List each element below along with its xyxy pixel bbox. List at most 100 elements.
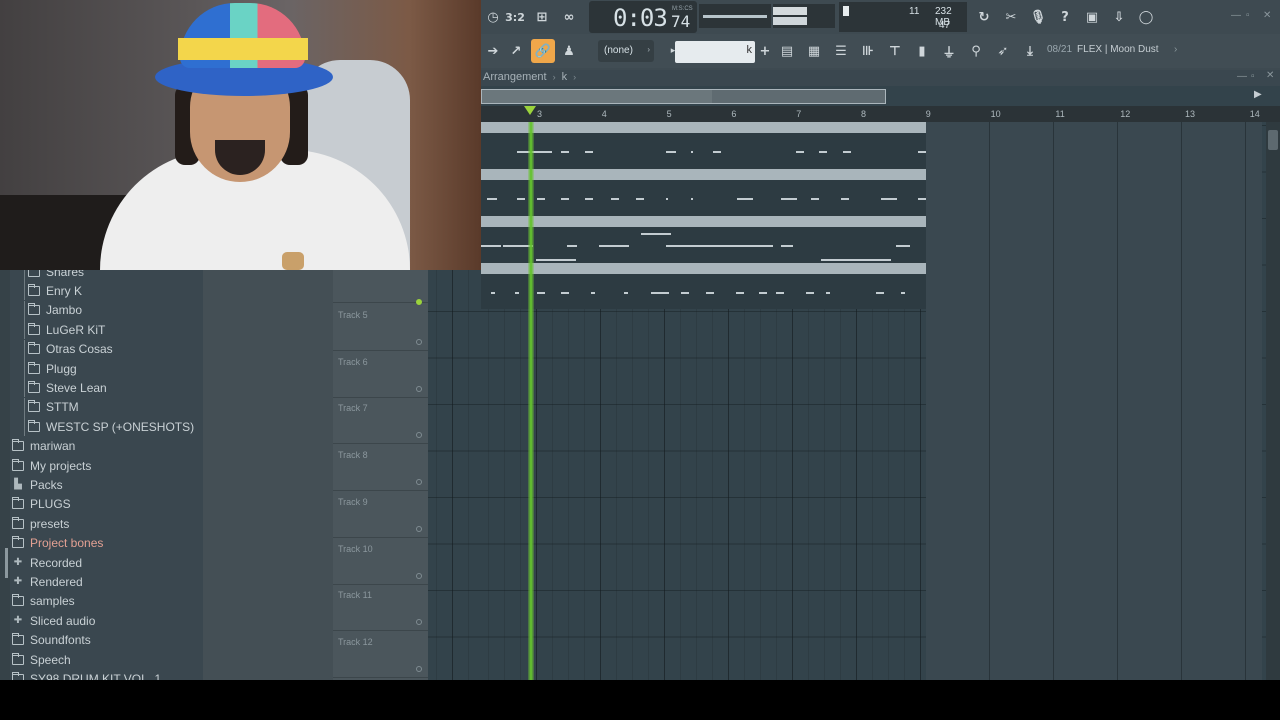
track-led-icon[interactable] [416,525,422,532]
help-icon[interactable]: ? [1053,5,1077,29]
browser-item[interactable]: Speech [12,650,71,669]
track-led-icon[interactable] [416,619,422,626]
close-icon[interactable]: ✕ [1266,70,1274,81]
loop-record-icon[interactable]: ∞ [557,5,581,29]
track-led-icon[interactable] [416,665,422,672]
browser-item[interactable]: Enry K [23,281,82,301]
pattern-clip-header[interactable] [481,216,926,227]
playlist-horizontal-scrollbar[interactable] [481,89,886,104]
plugin-news-ticker[interactable]: 08/21 FLEX | Moon Dust [1047,44,1159,55]
pattern-clip-header[interactable] [481,122,926,133]
browser-item[interactable]: ✚ Recorded [12,553,82,572]
track-header[interactable]: Track 6 [333,351,428,398]
pattern-clip[interactable] [481,227,926,262]
mixer-icon[interactable]: ⊪ [856,39,880,63]
browser-item[interactable]: ▙ Packs [12,475,63,494]
plugin-icon[interactable]: ⏚ [937,39,961,63]
pattern-name-field[interactable]: k [675,41,755,63]
track-header-4[interactable] [333,270,428,305]
playlist-clips[interactable] [481,122,926,309]
timeline-ruler[interactable]: 3 4 5 6 7 8 9 10 11 12 13 14 [481,106,1280,122]
track-led-icon[interactable] [416,572,422,579]
microphone-icon[interactable]: 🎙 [1026,5,1050,29]
chat-icon[interactable]: ◯ [1134,5,1158,29]
browser-item[interactable]: Jambo [23,300,82,320]
browser-item-label: Speech [30,652,71,667]
app-restore-icon[interactable]: ▫ [1246,10,1250,21]
play-position-marker-icon[interactable] [524,106,536,115]
app-close-icon[interactable]: ✕ [1263,10,1271,21]
export-icon[interactable]: ⇩ [1107,5,1131,29]
save-icon[interactable]: ▣ [1080,5,1104,29]
track-header[interactable]: Track 10 [333,538,428,585]
browser-icon[interactable]: ⊤ [883,39,907,63]
browser-item[interactable]: ✚ Sliced audio [12,611,96,630]
pattern-clip[interactable] [481,133,926,168]
snap-icon[interactable]: ↗ [504,39,528,63]
clip-note [737,198,753,200]
download-icon[interactable]: ⤓ [1018,39,1042,63]
browser-item[interactable]: My projects [12,456,91,475]
browser-item[interactable]: ✚ Rendered [12,572,83,591]
track-led-icon[interactable] [416,432,422,439]
track-header[interactable]: Track 7 [333,397,428,445]
browser-item[interactable]: Plugg [24,359,77,378]
pattern-select[interactable]: (none) › [598,40,654,62]
link-icon[interactable]: 🔗 [531,39,555,63]
browser-item[interactable]: PLUGS [12,495,71,514]
cut-tools-icon[interactable]: ✂ [999,5,1023,29]
pattern-clip[interactable] [481,274,926,309]
playlist-vertical-scrollbar[interactable] [1266,122,1280,680]
send-icon[interactable]: ➶ [991,39,1015,63]
metronome-icon[interactable]: ◷ [481,5,505,29]
browser-scroll-thumb[interactable] [5,548,8,578]
browser-scrollbar[interactable] [0,270,10,680]
track-header[interactable]: Track 5 [333,304,428,351]
pattern-clip-header[interactable] [481,169,926,180]
track-header[interactable]: Track 11 [333,584,428,632]
step-edit-icon[interactable]: 3:2 [503,5,527,29]
ruler-bar-number: 3 [537,109,543,119]
browser-item[interactable]: WESTC SP (+ONESHOTS) [23,417,194,437]
chevron-right-icon[interactable]: › [1174,44,1177,55]
scroll-right-icon[interactable]: ▶ [1254,89,1266,104]
typing-keyboard-icon[interactable]: ⊞ [530,5,554,29]
playlist-grid-beyond-end[interactable] [926,122,1262,680]
arrow-right-icon[interactable]: ➔ [481,39,505,63]
pattern-clip-header[interactable] [481,263,926,274]
track-led-icon[interactable] [416,339,422,345]
undo-history-icon[interactable]: ↻ [972,5,996,29]
stamp-icon[interactable]: ♟ [557,39,581,63]
track-led-icon[interactable] [416,385,422,392]
playlist-icon[interactable]: ▤ [775,39,799,63]
browser-item[interactable]: Project bones [12,534,103,553]
browser-item[interactable]: samples [12,592,75,611]
add-pattern-icon[interactable]: + [753,39,777,63]
maximize-icon[interactable]: ▫ [1251,71,1255,82]
time-display[interactable]: 0:03 M:S:CS 74 [589,1,697,33]
tempo-tapper-icon[interactable]: ⚲ [964,39,988,63]
app-minimize-icon[interactable]: — [1231,10,1241,21]
browser-item[interactable]: SY98 DRUM KIT VOL. 1 [12,669,161,680]
project-info-icon[interactable]: ▮ [910,39,934,63]
piano-roll-icon[interactable]: ▦ [802,39,826,63]
track-header[interactable]: Track 12 [333,631,428,678]
playlist-vscroll-thumb[interactable] [1268,130,1278,150]
playhead[interactable] [528,122,534,680]
browser-item[interactable]: mariwan [12,437,75,456]
folder-shape [12,516,24,529]
browser-item[interactable]: Steve Lean [24,378,107,398]
track-header[interactable]: Track 9 [333,491,428,538]
browser-item[interactable]: Soundfonts [12,631,91,650]
pattern-select-value: (none) [604,45,633,56]
browser-item[interactable]: Otras Cosas [24,339,113,359]
track-header[interactable]: Track 8 [333,444,428,492]
pattern-clip[interactable] [481,180,926,228]
browser-item[interactable]: STTM [24,397,79,417]
channel-rack-icon[interactable]: ☰ [829,39,853,63]
minimize-icon[interactable]: — [1237,71,1247,82]
browser-item[interactable]: presets [12,514,69,533]
track-led-icon[interactable] [416,479,422,486]
browser-item[interactable]: LuGeR KiT [23,320,105,340]
clip-note [537,292,545,294]
